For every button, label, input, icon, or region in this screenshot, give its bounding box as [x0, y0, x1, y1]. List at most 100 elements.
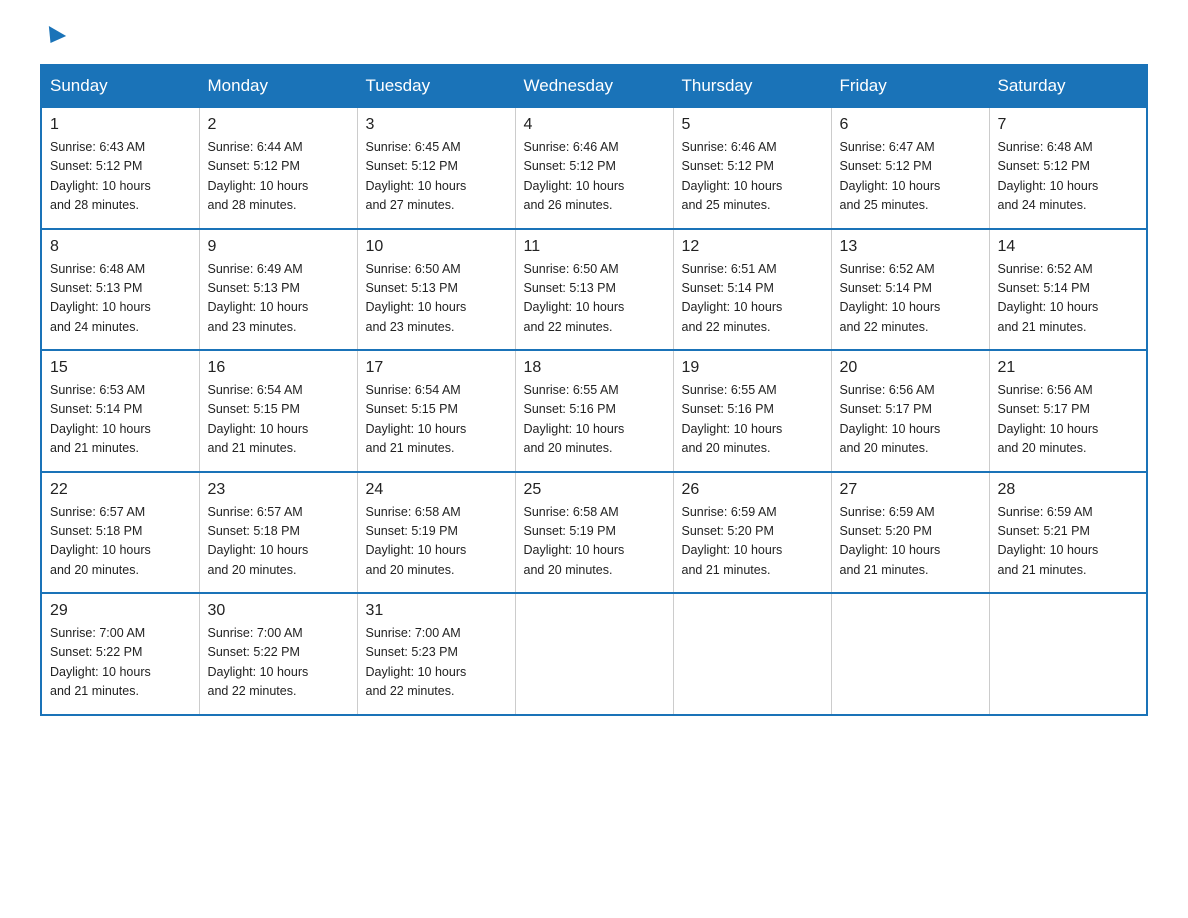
day-number: 16 [208, 359, 349, 377]
day-info: Sunrise: 6:49 AMSunset: 5:13 PMDaylight:… [208, 262, 309, 334]
calendar-week-1: 1 Sunrise: 6:43 AMSunset: 5:12 PMDayligh… [41, 107, 1147, 229]
calendar-cell: 29 Sunrise: 7:00 AMSunset: 5:22 PMDaylig… [41, 593, 199, 715]
day-number: 23 [208, 481, 349, 499]
calendar-cell: 22 Sunrise: 6:57 AMSunset: 5:18 PMDaylig… [41, 472, 199, 594]
calendar-cell: 9 Sunrise: 6:49 AMSunset: 5:13 PMDayligh… [199, 229, 357, 351]
day-number: 11 [524, 238, 665, 256]
calendar-cell: 6 Sunrise: 6:47 AMSunset: 5:12 PMDayligh… [831, 107, 989, 229]
day-number: 26 [682, 481, 823, 499]
day-info: Sunrise: 6:44 AMSunset: 5:12 PMDaylight:… [208, 140, 309, 212]
day-number: 10 [366, 238, 507, 256]
calendar-cell: 5 Sunrise: 6:46 AMSunset: 5:12 PMDayligh… [673, 107, 831, 229]
calendar-cell: 20 Sunrise: 6:56 AMSunset: 5:17 PMDaylig… [831, 350, 989, 472]
day-info: Sunrise: 6:56 AMSunset: 5:17 PMDaylight:… [840, 383, 941, 455]
calendar-cell: 30 Sunrise: 7:00 AMSunset: 5:22 PMDaylig… [199, 593, 357, 715]
col-header-wednesday: Wednesday [515, 65, 673, 107]
day-info: Sunrise: 6:46 AMSunset: 5:12 PMDaylight:… [524, 140, 625, 212]
day-number: 2 [208, 116, 349, 134]
day-info: Sunrise: 6:57 AMSunset: 5:18 PMDaylight:… [50, 505, 151, 577]
day-info: Sunrise: 6:59 AMSunset: 5:20 PMDaylight:… [682, 505, 783, 577]
day-number: 19 [682, 359, 823, 377]
day-info: Sunrise: 7:00 AMSunset: 5:22 PMDaylight:… [208, 626, 309, 698]
day-info: Sunrise: 6:57 AMSunset: 5:18 PMDaylight:… [208, 505, 309, 577]
col-header-tuesday: Tuesday [357, 65, 515, 107]
day-info: Sunrise: 7:00 AMSunset: 5:23 PMDaylight:… [366, 626, 467, 698]
day-number: 22 [50, 481, 191, 499]
calendar-cell: 12 Sunrise: 6:51 AMSunset: 5:14 PMDaylig… [673, 229, 831, 351]
col-header-friday: Friday [831, 65, 989, 107]
calendar-cell [673, 593, 831, 715]
day-number: 3 [366, 116, 507, 134]
day-info: Sunrise: 6:53 AMSunset: 5:14 PMDaylight:… [50, 383, 151, 455]
day-number: 9 [208, 238, 349, 256]
day-number: 30 [208, 602, 349, 620]
calendar-table: SundayMondayTuesdayWednesdayThursdayFrid… [40, 64, 1148, 716]
calendar-cell: 13 Sunrise: 6:52 AMSunset: 5:14 PMDaylig… [831, 229, 989, 351]
col-header-thursday: Thursday [673, 65, 831, 107]
calendar-cell: 15 Sunrise: 6:53 AMSunset: 5:14 PMDaylig… [41, 350, 199, 472]
calendar-week-2: 8 Sunrise: 6:48 AMSunset: 5:13 PMDayligh… [41, 229, 1147, 351]
page-header [40, 30, 1148, 44]
calendar-cell [831, 593, 989, 715]
day-number: 1 [50, 116, 191, 134]
day-number: 20 [840, 359, 981, 377]
day-number: 27 [840, 481, 981, 499]
day-info: Sunrise: 6:59 AMSunset: 5:20 PMDaylight:… [840, 505, 941, 577]
day-info: Sunrise: 6:50 AMSunset: 5:13 PMDaylight:… [366, 262, 467, 334]
calendar-cell: 28 Sunrise: 6:59 AMSunset: 5:21 PMDaylig… [989, 472, 1147, 594]
day-number: 31 [366, 602, 507, 620]
day-number: 21 [998, 359, 1139, 377]
day-number: 13 [840, 238, 981, 256]
day-number: 5 [682, 116, 823, 134]
calendar-cell: 16 Sunrise: 6:54 AMSunset: 5:15 PMDaylig… [199, 350, 357, 472]
col-header-saturday: Saturday [989, 65, 1147, 107]
day-info: Sunrise: 6:58 AMSunset: 5:19 PMDaylight:… [366, 505, 467, 577]
calendar-cell: 21 Sunrise: 6:56 AMSunset: 5:17 PMDaylig… [989, 350, 1147, 472]
calendar-cell: 4 Sunrise: 6:46 AMSunset: 5:12 PMDayligh… [515, 107, 673, 229]
calendar-cell: 24 Sunrise: 6:58 AMSunset: 5:19 PMDaylig… [357, 472, 515, 594]
day-info: Sunrise: 6:48 AMSunset: 5:12 PMDaylight:… [998, 140, 1099, 212]
calendar-cell: 17 Sunrise: 6:54 AMSunset: 5:15 PMDaylig… [357, 350, 515, 472]
calendar-cell: 1 Sunrise: 6:43 AMSunset: 5:12 PMDayligh… [41, 107, 199, 229]
day-info: Sunrise: 7:00 AMSunset: 5:22 PMDaylight:… [50, 626, 151, 698]
day-info: Sunrise: 6:50 AMSunset: 5:13 PMDaylight:… [524, 262, 625, 334]
day-info: Sunrise: 6:52 AMSunset: 5:14 PMDaylight:… [840, 262, 941, 334]
calendar-cell: 10 Sunrise: 6:50 AMSunset: 5:13 PMDaylig… [357, 229, 515, 351]
day-info: Sunrise: 6:52 AMSunset: 5:14 PMDaylight:… [998, 262, 1099, 334]
day-number: 28 [998, 481, 1139, 499]
day-info: Sunrise: 6:46 AMSunset: 5:12 PMDaylight:… [682, 140, 783, 212]
day-number: 6 [840, 116, 981, 134]
day-number: 29 [50, 602, 191, 620]
day-number: 7 [998, 116, 1139, 134]
logo-triangle-icon [42, 26, 66, 48]
day-number: 17 [366, 359, 507, 377]
calendar-week-5: 29 Sunrise: 7:00 AMSunset: 5:22 PMDaylig… [41, 593, 1147, 715]
day-number: 12 [682, 238, 823, 256]
day-info: Sunrise: 6:58 AMSunset: 5:19 PMDaylight:… [524, 505, 625, 577]
col-header-monday: Monday [199, 65, 357, 107]
calendar-week-3: 15 Sunrise: 6:53 AMSunset: 5:14 PMDaylig… [41, 350, 1147, 472]
day-info: Sunrise: 6:45 AMSunset: 5:12 PMDaylight:… [366, 140, 467, 212]
day-number: 8 [50, 238, 191, 256]
calendar-cell: 7 Sunrise: 6:48 AMSunset: 5:12 PMDayligh… [989, 107, 1147, 229]
day-number: 15 [50, 359, 191, 377]
calendar-header-row: SundayMondayTuesdayWednesdayThursdayFrid… [41, 65, 1147, 107]
day-number: 25 [524, 481, 665, 499]
day-info: Sunrise: 6:47 AMSunset: 5:12 PMDaylight:… [840, 140, 941, 212]
calendar-cell: 18 Sunrise: 6:55 AMSunset: 5:16 PMDaylig… [515, 350, 673, 472]
calendar-cell [515, 593, 673, 715]
calendar-cell: 25 Sunrise: 6:58 AMSunset: 5:19 PMDaylig… [515, 472, 673, 594]
calendar-cell: 31 Sunrise: 7:00 AMSunset: 5:23 PMDaylig… [357, 593, 515, 715]
day-info: Sunrise: 6:51 AMSunset: 5:14 PMDaylight:… [682, 262, 783, 334]
day-number: 4 [524, 116, 665, 134]
calendar-cell: 2 Sunrise: 6:44 AMSunset: 5:12 PMDayligh… [199, 107, 357, 229]
day-number: 14 [998, 238, 1139, 256]
day-info: Sunrise: 6:59 AMSunset: 5:21 PMDaylight:… [998, 505, 1099, 577]
calendar-cell: 27 Sunrise: 6:59 AMSunset: 5:20 PMDaylig… [831, 472, 989, 594]
calendar-cell [989, 593, 1147, 715]
day-info: Sunrise: 6:43 AMSunset: 5:12 PMDaylight:… [50, 140, 151, 212]
day-info: Sunrise: 6:56 AMSunset: 5:17 PMDaylight:… [998, 383, 1099, 455]
day-number: 18 [524, 359, 665, 377]
calendar-cell: 3 Sunrise: 6:45 AMSunset: 5:12 PMDayligh… [357, 107, 515, 229]
calendar-cell: 23 Sunrise: 6:57 AMSunset: 5:18 PMDaylig… [199, 472, 357, 594]
